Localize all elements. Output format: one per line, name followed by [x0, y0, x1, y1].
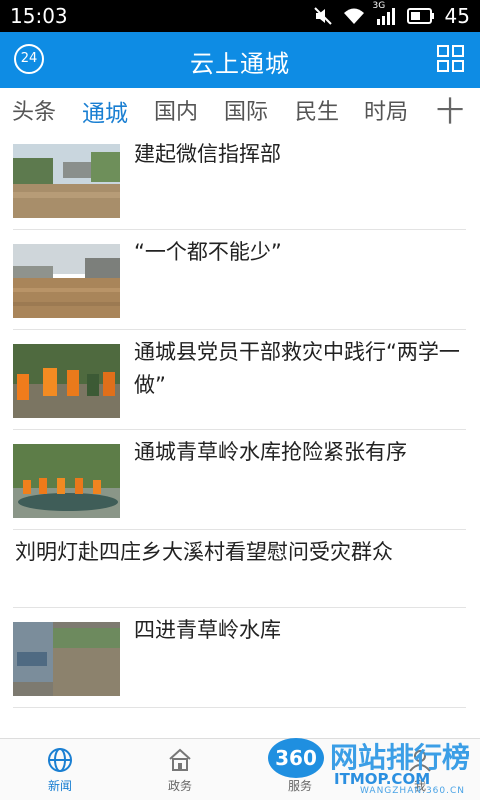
- news-thumbnail: [13, 244, 120, 318]
- tab-domestic[interactable]: 国内: [154, 94, 198, 126]
- news-title: 通城青草岭水库抢险紧张有序: [134, 440, 407, 464]
- nav-government-label: 政务: [167, 779, 192, 793]
- battery-level: 45: [444, 4, 470, 28]
- news-item[interactable]: “一个都不能少”: [13, 230, 466, 330]
- tab-current-affairs[interactable]: 时局: [364, 94, 408, 126]
- add-tab-button[interactable]: 十: [436, 90, 464, 130]
- battery-icon: [406, 8, 435, 24]
- tab-headlines[interactable]: 头条: [12, 94, 56, 126]
- news-thumbnail: [13, 444, 120, 518]
- news-title: 通城县党员干部救灾中践行“两学一做”: [134, 340, 460, 397]
- nav-government[interactable]: 政务: [140, 747, 220, 794]
- network-type: 3G: [372, 1, 386, 11]
- watermark-logo: 360 网站排行榜 ITMOP.COM WANGZHAN.360.CN: [268, 736, 478, 798]
- government-icon: [167, 747, 193, 773]
- news-thumbnail: [13, 144, 120, 218]
- nav-news-label: 新闻: [47, 779, 72, 793]
- news-thumbnail: [13, 622, 120, 696]
- news-title: 刘明灯赴四庄乡大溪村看望慰问受灾群众: [15, 540, 393, 564]
- news-item[interactable]: 通城县党员干部救灾中践行“两学一做”: [13, 330, 466, 430]
- tab-livelihood[interactable]: 民生: [295, 94, 339, 126]
- news-item[interactable]: 刘明灯赴四庄乡大溪村看望慰问受灾群众: [13, 530, 466, 608]
- signal-icon: 3G: [373, 1, 397, 25]
- wifi-icon: [343, 7, 365, 25]
- watermark-url: WANGZHAN.360.CN: [360, 786, 466, 796]
- watermark-badge-text: 360: [275, 746, 317, 770]
- news-title: “一个都不能少”: [134, 240, 282, 264]
- news-title: 建起微信指挥部: [134, 142, 281, 166]
- status-icons: 3G 45: [313, 1, 470, 28]
- news-thumbnail: [13, 344, 120, 418]
- globe-icon: [47, 747, 73, 773]
- mute-icon: [313, 6, 333, 26]
- page-title: 云上通城: [190, 50, 290, 78]
- nav-news[interactable]: 新闻: [20, 747, 100, 794]
- app-header: 24 云上通城: [0, 32, 480, 88]
- watermark-badge: 360: [268, 738, 324, 778]
- status-bar: 15:03 3G 45: [0, 0, 480, 32]
- grid-icon[interactable]: [436, 44, 466, 74]
- tab-tongcheng[interactable]: 通城: [82, 94, 128, 128]
- tab-international[interactable]: 国际: [224, 94, 268, 126]
- news-item[interactable]: 建起微信指挥部: [13, 132, 466, 230]
- news-title: 四进青草岭水库: [134, 618, 281, 642]
- category-tabs: 头条 通城 国内 国际 民生 时局 十: [0, 88, 480, 132]
- status-time: 15:03: [10, 4, 68, 28]
- news-item[interactable]: 通城青草岭水库抢险紧张有序: [13, 430, 466, 530]
- news-item[interactable]: 四进青草岭水库: [13, 608, 466, 708]
